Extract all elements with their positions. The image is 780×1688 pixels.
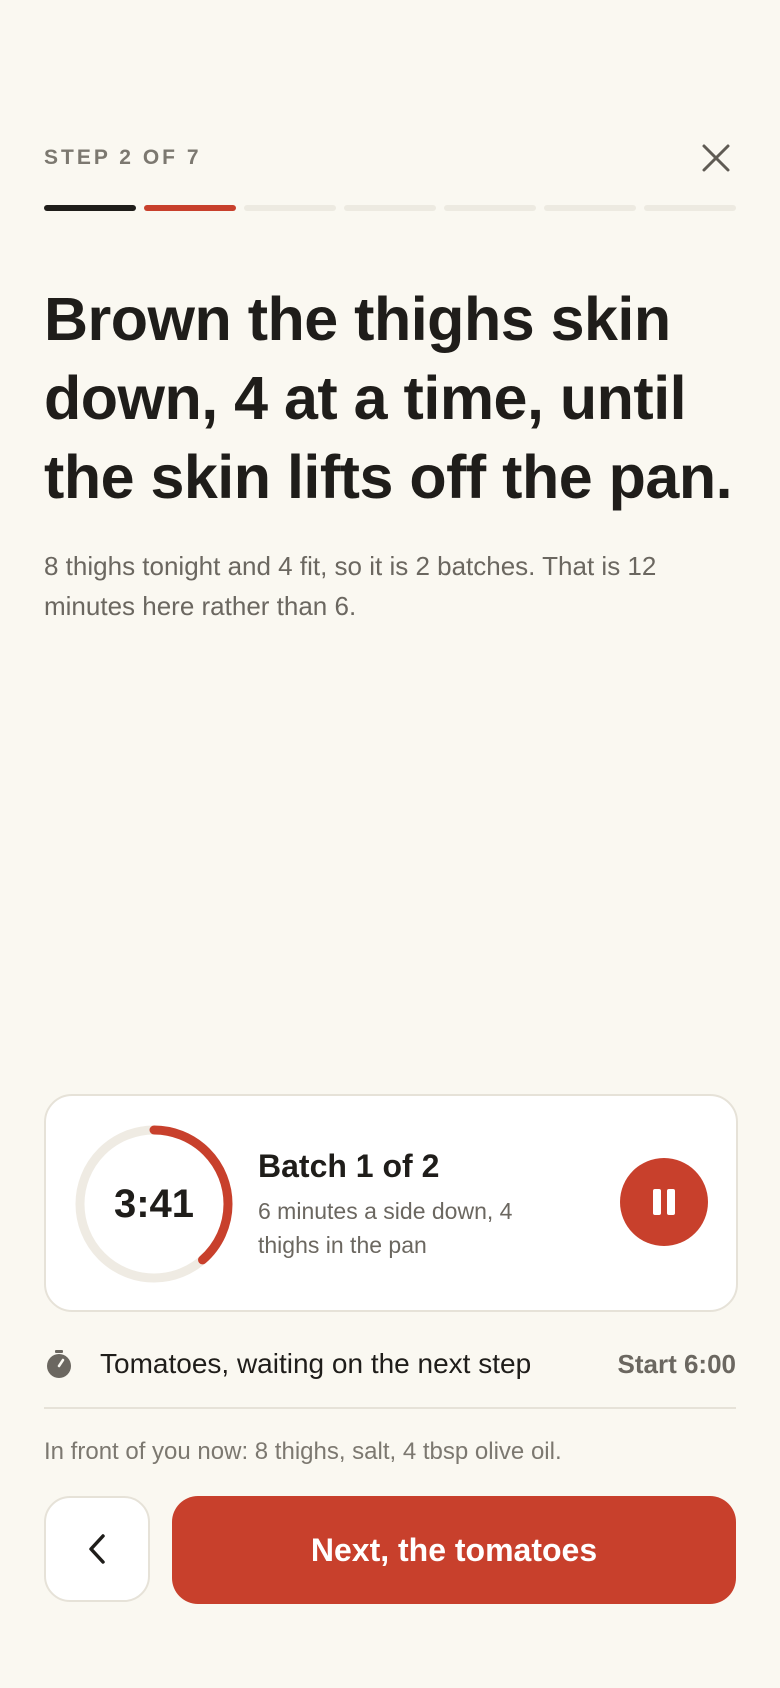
- close-icon: [702, 144, 730, 172]
- upcoming-start-time: Start 6:00: [617, 1348, 737, 1379]
- progress-segment-4: [344, 205, 436, 211]
- close-button[interactable]: [696, 138, 736, 178]
- progress-segment-3: [244, 205, 336, 211]
- divider: [44, 1407, 736, 1409]
- batch-description: 6 minutes a side down, 4 thighs in the p…: [258, 1198, 513, 1258]
- step-note: 8 thighs tonight and 4 fit, so it is 2 b…: [44, 551, 657, 621]
- stopwatch-icon: [47, 1350, 71, 1378]
- progress-segment-7: [644, 205, 736, 211]
- next-step-button[interactable]: Next, the tomatoes: [172, 1496, 736, 1604]
- step-instruction: Brown the thighs skin down, 4 at a time,…: [44, 285, 733, 511]
- upcoming-label: Tomatoes, waiting on the next step: [100, 1348, 532, 1379]
- step-progress-bar: [44, 205, 736, 211]
- pause-button[interactable]: [620, 1158, 708, 1246]
- timer-card: 3:41 Batch 1 of 2 6 minutes a side down,…: [44, 1094, 738, 1312]
- in-front-summary: In front of you now: 8 thighs, salt, 4 t…: [44, 1438, 562, 1465]
- timer-ring: 3:41: [74, 1124, 234, 1284]
- progress-segment-5: [444, 205, 536, 211]
- progress-segment-2: [144, 205, 236, 211]
- progress-segment-1: [44, 205, 136, 211]
- pause-icon: [650, 1189, 678, 1215]
- upcoming-item: Tomatoes, waiting on the next step Start…: [44, 1340, 736, 1388]
- batch-title: Batch 1 of 2: [258, 1148, 440, 1184]
- step-counter: STEP 2 OF 7: [44, 146, 202, 169]
- back-button[interactable]: [44, 1496, 150, 1602]
- chevron-left-icon: [89, 1534, 105, 1564]
- timer-time-remaining: 3:41: [113, 1181, 195, 1226]
- progress-segment-6: [544, 205, 636, 211]
